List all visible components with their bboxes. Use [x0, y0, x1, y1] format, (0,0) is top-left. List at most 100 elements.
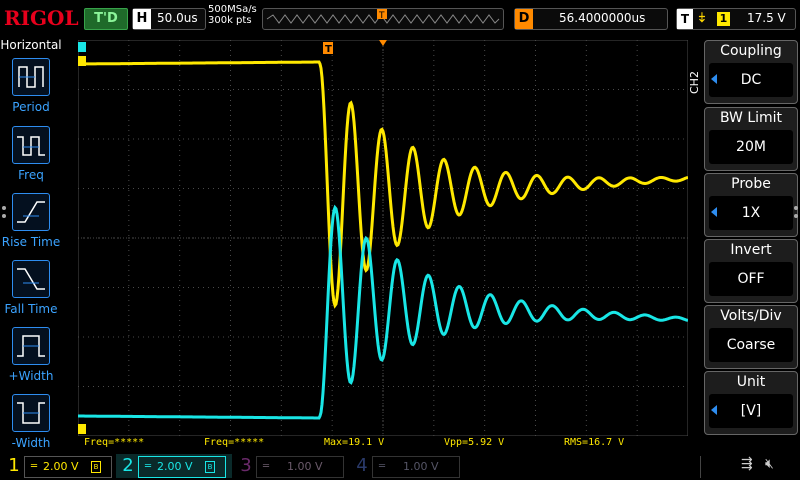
- fall-time-label: Fall Time: [4, 302, 58, 316]
- probe-softkey[interactable]: Probe 1X: [704, 173, 798, 237]
- bw-limit-icon: B: [91, 461, 101, 473]
- volts-div-value: Coarse: [709, 328, 793, 362]
- measure-freq-1: Freq=*****: [84, 437, 145, 448]
- delay-display[interactable]: D 56.4000000us: [514, 8, 668, 30]
- system-tray: ⇶ 🔇︎: [700, 456, 797, 478]
- falling-edge-icon: ⤈: [699, 10, 705, 25]
- measure-rms: RMS=16.7 V: [564, 437, 625, 448]
- top-status-bar: RIGOL T'D H 50.0us 500MSa/s 300k pts T D…: [0, 0, 800, 38]
- waveform-grid: T: [77, 39, 689, 437]
- measure-period-button[interactable]: Period: [0, 58, 62, 118]
- memory-depth: 300k pts: [208, 15, 252, 26]
- trigger-label: T: [677, 9, 693, 29]
- measure-freq-2: Freq=*****: [204, 437, 265, 448]
- grid-lines: [77, 39, 689, 437]
- acquisition-info: 500MSa/s 300k pts: [208, 4, 257, 26]
- unit-value: [V]: [709, 394, 793, 428]
- horizontal-label: H: [133, 9, 151, 29]
- menu-page-dot: [794, 206, 798, 210]
- ch2-number: 2: [122, 455, 134, 476]
- invert-header: Invert: [730, 242, 772, 258]
- invert-value: OFF: [709, 262, 793, 296]
- channel-menu: Coupling DC BW Limit 20M Probe 1X Invert…: [704, 38, 800, 452]
- dc-coupling-icon: ═: [379, 461, 386, 472]
- ch2-offset-marker: [78, 42, 86, 52]
- negative-width-label: -Width: [11, 436, 51, 450]
- unit-softkey[interactable]: Unit [V]: [704, 371, 798, 435]
- waveform-display[interactable]: T: [77, 39, 689, 437]
- volts-div-softkey[interactable]: Volts/Div Coarse: [704, 305, 798, 369]
- measure-freq-button[interactable]: Freq: [0, 126, 62, 186]
- left-arrow-icon: [711, 207, 717, 217]
- measure-fall-time-button[interactable]: Fall Time: [0, 260, 62, 320]
- rise-time-label: Rise Time: [1, 235, 61, 249]
- measure-menu-title: Horizontal: [0, 38, 62, 52]
- ch1-level-marker: [78, 424, 86, 434]
- left-arrow-icon: [711, 405, 717, 415]
- coupling-softkey[interactable]: Coupling DC: [704, 40, 798, 104]
- left-arrow-icon: [711, 74, 717, 84]
- bw-limit-softkey[interactable]: BW Limit 20M: [704, 107, 798, 171]
- ch1-scale: 2.00 V: [43, 460, 79, 473]
- trigger-status-badge: T'D: [84, 8, 128, 30]
- probe-value: 1X: [709, 196, 793, 230]
- measure-max: Max=19.1 V: [324, 437, 385, 448]
- ch1-scale-box: ═ 2.00 V B: [24, 456, 112, 478]
- channel-menu-tag: CH2: [688, 71, 701, 94]
- coupling-value: DC: [709, 63, 793, 97]
- ch3-status[interactable]: 3 ═ 1.00 V: [234, 454, 344, 478]
- freq-label: Freq: [18, 168, 44, 182]
- svg-text:T: T: [325, 44, 332, 55]
- ch2-scale-box: ═ 2.00 V B: [138, 456, 226, 478]
- delay-value: 56.4000000us: [559, 11, 646, 25]
- dc-coupling-icon: ═: [145, 461, 152, 472]
- ch4-status[interactable]: 4 ═ 1.00 V: [350, 454, 460, 478]
- speaker-muted-icon[interactable]: 🔇︎: [765, 456, 774, 472]
- ch2-status[interactable]: 2 ═ 2.00 V B: [116, 454, 232, 478]
- unit-header: Unit: [736, 374, 766, 390]
- delay-label: D: [515, 9, 533, 29]
- measure-menu: Horizontal Period Freq Rise Time Fall Ti…: [0, 38, 62, 452]
- ch2-scale: 2.00 V: [157, 460, 193, 473]
- svg-text:T: T: [378, 11, 385, 21]
- delay-marker: [379, 40, 387, 46]
- ch4-number: 4: [356, 455, 368, 476]
- probe-header: Probe: [731, 176, 771, 192]
- ch4-scale: 1.00 V: [403, 460, 439, 473]
- invert-softkey[interactable]: Invert OFF: [704, 239, 798, 303]
- dc-coupling-icon: ═: [263, 461, 270, 472]
- volts-div-header: Volts/Div: [720, 308, 782, 324]
- channel-status-bar: 1 ═ 2.00 V B 2 ═ 2.00 V B 3 ═ 1.00 V 4 ═…: [0, 452, 800, 480]
- timebase-value: 50.0us: [157, 11, 198, 25]
- measure-vpp: Vpp=5.92 V: [444, 437, 505, 448]
- sample-rate: 500MSa/s: [208, 4, 257, 15]
- measure-positive-width-button[interactable]: +Width: [0, 327, 62, 387]
- positive-width-label: +Width: [8, 369, 54, 383]
- period-icon: [12, 58, 50, 96]
- menu-page-dot: [2, 214, 6, 218]
- ch3-scale: 1.00 V: [287, 460, 323, 473]
- rise-time-icon: [12, 193, 50, 231]
- ch1-status[interactable]: 1 ═ 2.00 V B: [2, 454, 112, 478]
- negative-width-icon: [12, 394, 50, 432]
- ch3-number: 3: [240, 455, 252, 476]
- dc-coupling-icon: ═: [31, 461, 38, 472]
- positive-width-icon: [12, 327, 50, 365]
- coupling-header: Coupling: [720, 43, 782, 59]
- memory-overview-strip: T: [262, 8, 504, 30]
- measurement-readouts: Freq=***** Freq=***** Max=19.1 V Vpp=5.9…: [78, 436, 688, 450]
- usb-icon: ⇶: [741, 456, 753, 472]
- ch1-number: 1: [8, 455, 20, 476]
- menu-page-dot: [2, 206, 6, 210]
- ch4-scale-box: ═ 1.00 V: [372, 456, 460, 478]
- measure-rise-time-button[interactable]: Rise Time: [0, 193, 62, 253]
- rigol-logo: RIGOL: [4, 6, 79, 30]
- timebase-display[interactable]: H 50.0us: [132, 8, 206, 30]
- menu-page-dot: [794, 214, 798, 218]
- freq-icon: [12, 126, 50, 164]
- measure-negative-width-button[interactable]: -Width: [0, 394, 62, 454]
- trigger-level: 17.5 V: [747, 11, 786, 25]
- trigger-source: 1: [717, 12, 730, 26]
- trigger-display[interactable]: T ⤈ 1 17.5 V: [676, 8, 796, 30]
- ch3-scale-box: ═ 1.00 V: [256, 456, 344, 478]
